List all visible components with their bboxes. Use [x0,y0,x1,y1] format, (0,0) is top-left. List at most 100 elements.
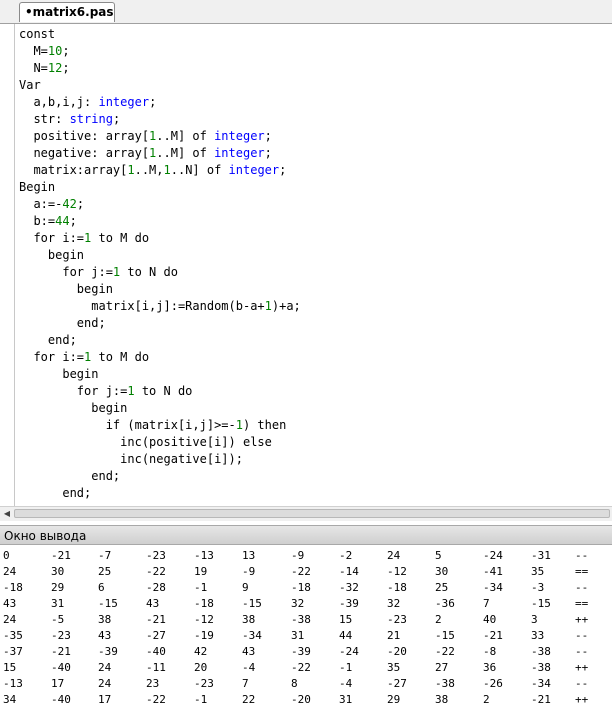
code-token: Begin [19,180,56,194]
output-cell: 13 [242,549,256,562]
output-row: 43 31 -15 43 -18 -15 32 -39 32 -36 7 -15 == [3,596,601,612]
output-cell: -22 [146,565,166,578]
code-line: begin [19,282,113,296]
code-token: for j:= [19,265,113,279]
code-token: begin [19,282,113,296]
code-token: matrix:array[ [19,163,128,177]
code-token: end; [19,486,92,500]
output-cell: -34 [531,677,551,690]
output-cell: 6 [98,581,105,594]
output-cell: -13 [194,549,214,562]
output-cell: 21 [387,629,401,642]
code-token: M= [19,44,48,58]
output-cell: 17 [51,677,65,690]
output-cell: -40 [51,661,71,674]
code-token: N= [19,61,48,75]
output-cell: 19 [194,565,208,578]
scroll-left-icon[interactable]: ◀ [2,508,12,520]
output-cell: -27 [146,629,166,642]
output-cell: 24 [98,661,112,674]
output-cell: -23 [194,677,214,690]
output-cell: 25 [435,581,449,594]
scrollbar-thumb[interactable] [14,509,610,518]
code-line: matrix:array[1..M,1..N] of integer; [19,163,286,177]
code-editor[interactable]: const M=10; N=12; Var a,b,i,j: integer; … [0,24,612,506]
code-text[interactable]: const M=10; N=12; Var a,b,i,j: integer; … [19,26,301,502]
output-cell: -15 [98,597,118,610]
output-cell: -18 [194,597,214,610]
output-cell: -15 [435,629,455,642]
output-cell: 32 [387,597,401,610]
output-cell: 43 [98,629,112,642]
code-token: b:= [19,214,56,228]
output-cell: -39 [339,597,359,610]
code-token: )+a; [271,299,301,313]
code-token: ; [69,214,77,228]
output-cell: -31 [531,549,551,562]
output-cell: -38 [531,661,551,674]
output-cell: 20 [194,661,208,674]
code-token: ; [264,129,272,143]
code-token: positive: array[ [19,129,150,143]
code-line: begin [19,367,98,381]
code-token: ..M] of [156,129,215,143]
code-token: ; [279,163,287,177]
code-token: a:=- [19,197,63,211]
code-token: begin [19,248,85,262]
code-token: end; [19,469,121,483]
code-line: end; [19,333,77,347]
output-cell: 42 [194,645,208,658]
output-cell: -23 [146,549,166,562]
code-line: inc(positive[i]) else [19,435,272,449]
output-cell: 15 [339,613,353,626]
code-token: ..M, [134,163,164,177]
code-token: ; [112,112,121,126]
output-row: 0 -21 -7 -23 -13 13 -9 -2 24 5 -24 -31 -- [3,548,601,564]
code-line: Begin [19,180,55,194]
output-cell: -22 [291,565,311,578]
output-cell: -- [575,645,589,658]
output-row: -18 29 6 -28 -1 9 -18 -32 -18 25 -34 -3 -- [3,580,601,596]
code-line: begin [19,248,84,262]
output-cell: 8 [291,677,298,690]
output-cell: -21 [146,613,166,626]
code-number: 42 [62,197,77,211]
code-token: begin [19,401,128,415]
output-cell: -13 [3,677,23,690]
output-cell: -18 [387,581,407,594]
code-line: end; [19,469,120,483]
code-line: str: string; [19,112,120,126]
code-token: to M do [91,350,150,364]
output-cell: == [575,597,589,610]
code-line: if (matrix[i,j]>=-1) then [19,418,287,432]
code-token: ; [264,146,272,160]
code-number: 1 [127,384,135,398]
code-token: matrix[i,j]:=Random(b-a+ [19,299,265,313]
horizontal-scrollbar[interactable]: ◀ [0,506,612,521]
output-cell: 24 [387,549,401,562]
output-cell: -23 [387,613,407,626]
code-token: ; [76,197,85,211]
code-number: 12 [47,61,63,75]
code-token: ..N] of [170,163,229,177]
output-cell: 31 [51,597,65,610]
output-cell: 43 [3,597,17,610]
code-token: ; [149,95,157,109]
code-number: 1 [127,163,135,177]
code-line: end; [19,486,91,500]
tab-matrix6-pas[interactable]: •matrix6.pas [19,2,115,22]
output-cell: -15 [242,597,262,610]
code-token: Var [19,78,41,92]
code-line: N=12; [19,61,69,75]
code-token: begin [19,367,99,381]
output-row: -35 -23 43 -27 -19 -34 31 44 21 -15 -21 33 -- [3,628,601,644]
output-cell: -1 [339,661,353,674]
output-cell: -- [575,549,589,562]
output-cell: -2 [339,549,353,562]
code-line: negative: array[1..M] of integer; [19,146,272,160]
output-cell: -- [575,677,589,690]
output-cell: ++ [575,613,589,626]
output-cell: -36 [435,597,455,610]
code-token: to N do [120,265,178,279]
output-panel[interactable]: 0 -21 -7 -23 -13 13 -9 -2 24 5 -24 -31 -- 24 30 25 -22 19… [0,545,612,716]
